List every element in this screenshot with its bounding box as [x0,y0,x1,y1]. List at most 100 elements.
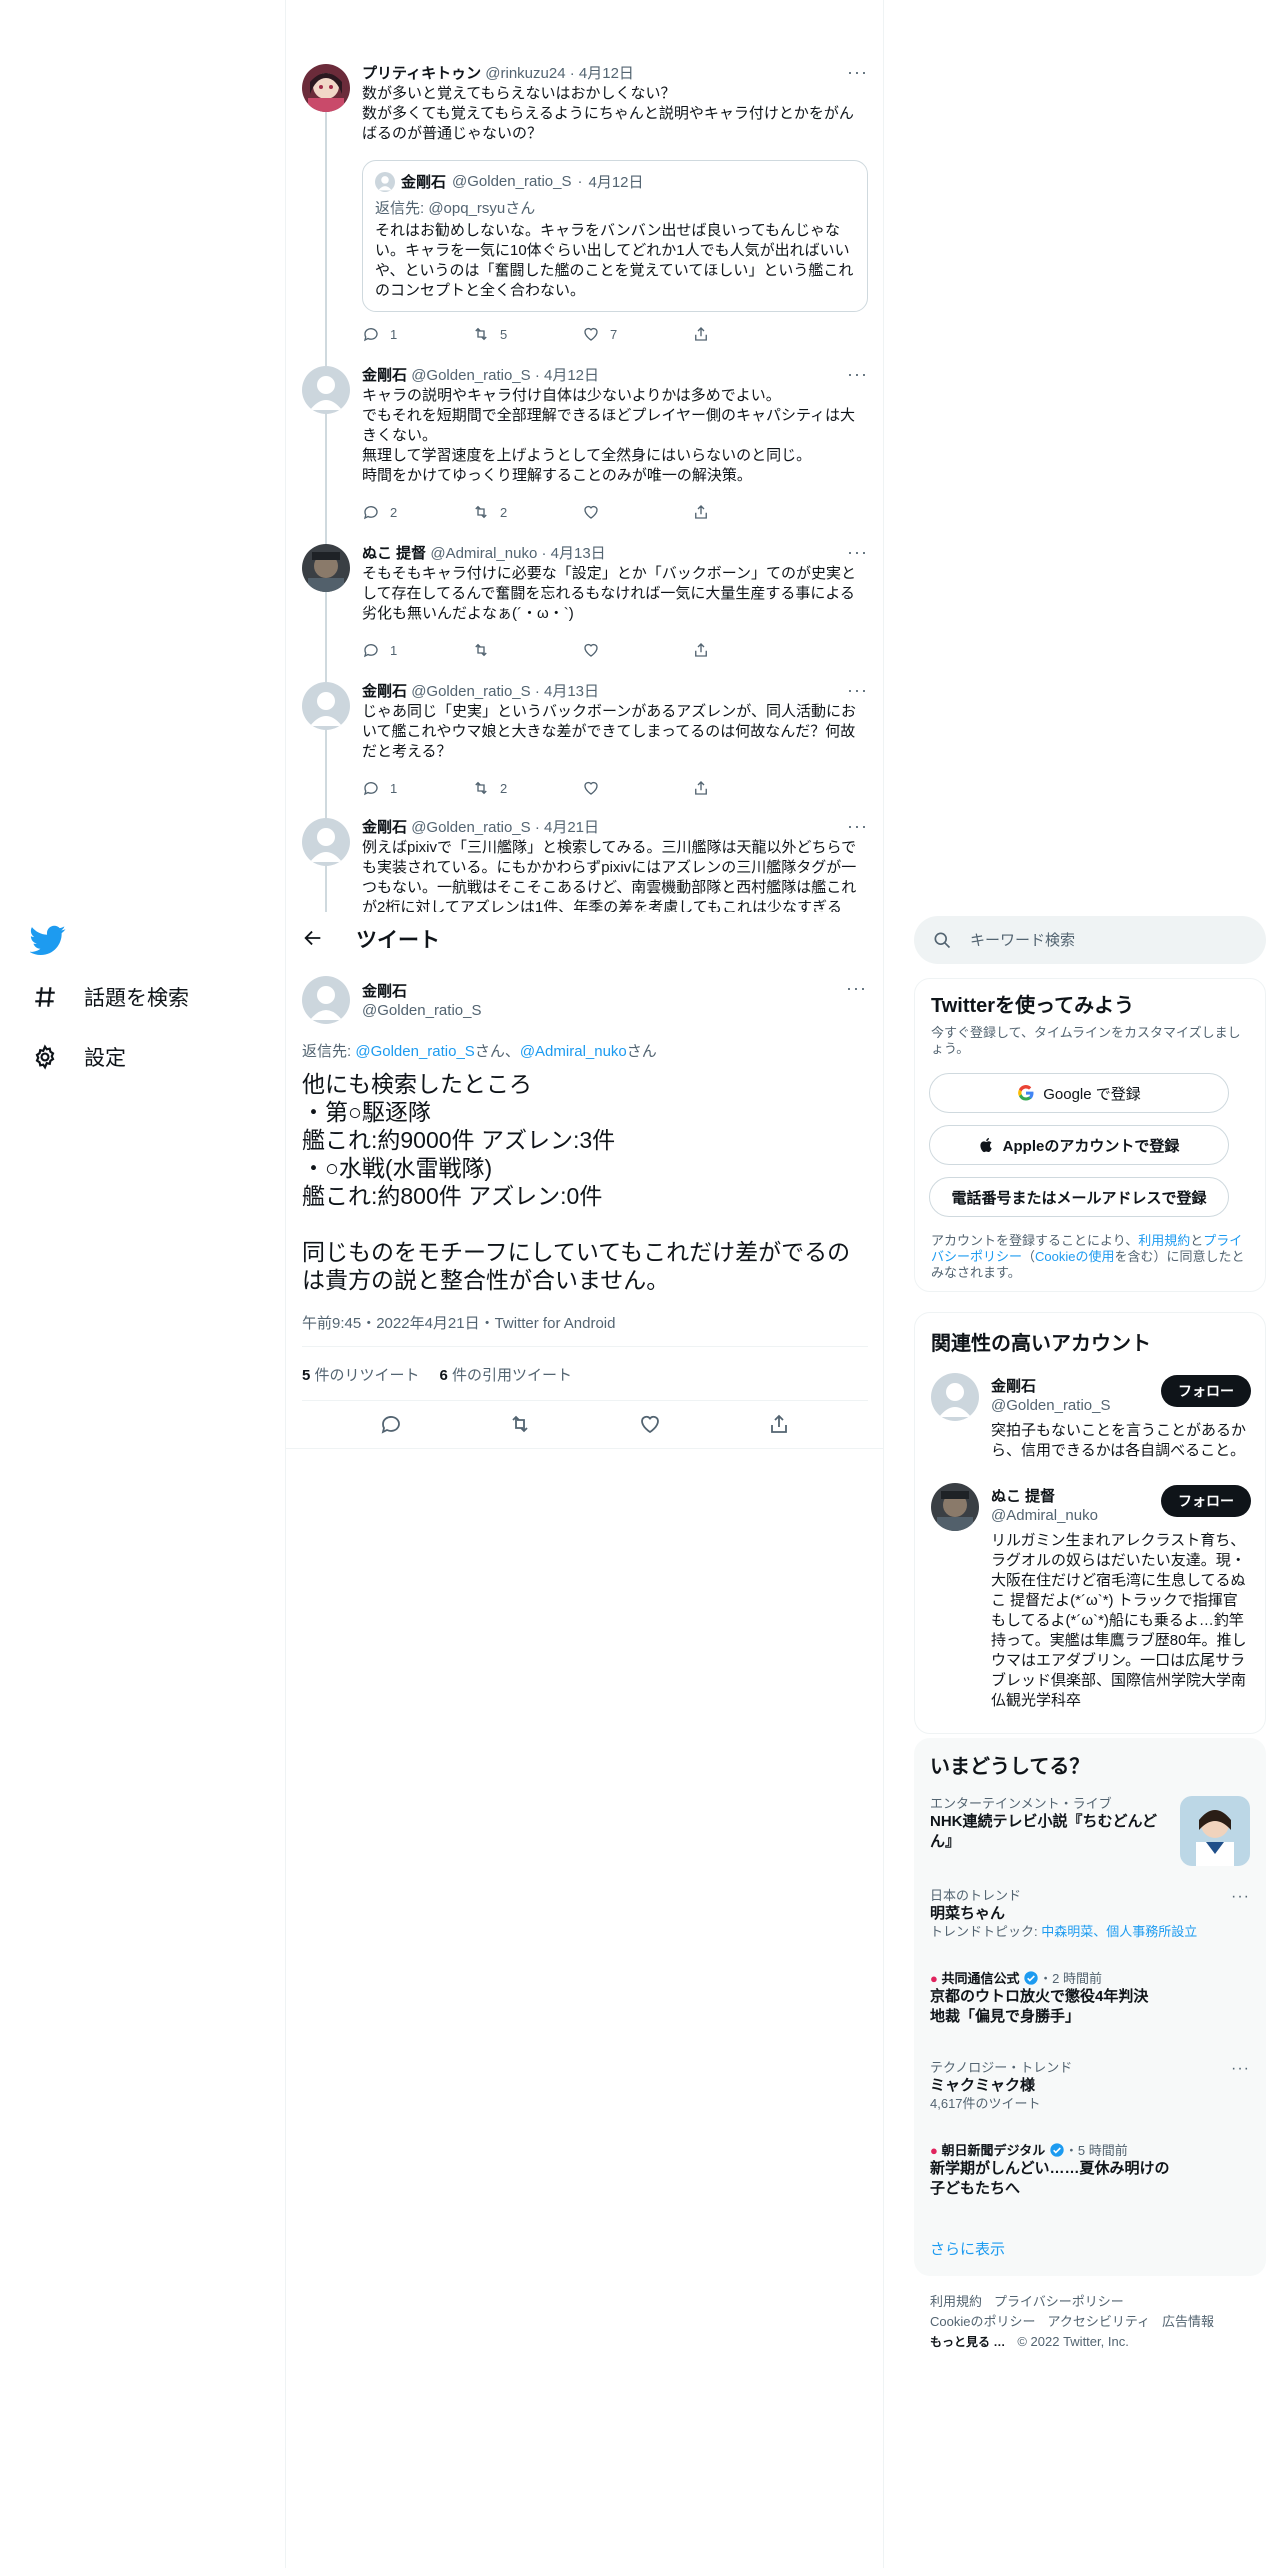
trend-item[interactable]: 日本のトレンド 明菜ちゃん トレンドトピック: 中森明菜、個人事務所設立 ··· [930,1888,1250,1948]
share-icon[interactable] [767,1412,791,1436]
follow-button[interactable]: フォロー [1161,1485,1251,1517]
retweets-stat[interactable]: 5 件のリツイート [302,1364,420,1385]
user-name[interactable]: 金剛石 [362,819,407,836]
account-suggestion[interactable]: ぬこ 提督 @Admiral_nuko フォロー リルガミン生まれアレクラスト育… [931,1483,1251,1723]
tweet-date[interactable]: 4月13日 [544,683,599,700]
focused-user-name[interactable]: 金剛石 [362,980,407,1001]
reply-to-user-link[interactable]: @Golden_ratio_S [355,1043,474,1060]
reply-button[interactable]: 2 [362,502,472,522]
footer-more-link[interactable]: もっと見る … [930,2335,1005,2349]
news-item[interactable]: ● 朝日新聞デジタル ・5 時間前 新学期がしんどい……夏休み明けの子どもたちへ [930,2142,1250,2206]
search-input[interactable] [970,926,1250,954]
reply-to-user-link[interactable]: @Admiral_nuko [520,1043,627,1060]
user-name[interactable]: プリティキトゥン [362,65,481,82]
retweet-icon [475,781,487,795]
avatar[interactable] [302,818,350,866]
avatar[interactable] [302,976,350,1024]
user-name[interactable]: 金剛石 [362,683,407,700]
quoted-tweet[interactable]: 金剛石 @Golden_ratio_S · 4月12日 返信先: @opq_rsyu… [362,160,868,312]
apple-icon [980,1137,992,1153]
tweet-date[interactable]: 4月21日 [544,819,599,836]
nav-explore[interactable]: 話題を検索 [32,982,189,1012]
trend-item[interactable]: エンターテインメント・ライブ NHK連続テレビ小説『ちむどんどん』 [930,1796,1250,1872]
retweet-button[interactable]: 2 [472,778,582,798]
account-name[interactable]: 金剛石 [991,1375,1036,1396]
account-name[interactable]: ぬこ 提督 [991,1485,1055,1506]
phone-email-signup-button[interactable]: 電話番号またはメールアドレスで登録 [929,1177,1229,1217]
avatar[interactable] [931,1483,979,1531]
more-options-icon[interactable]: ··· [1231,2060,1250,2078]
avatar[interactable] [302,544,350,592]
more-options-icon[interactable]: ··· [847,542,868,563]
avatar[interactable] [302,366,350,414]
more-options-icon[interactable]: ··· [846,978,867,999]
show-more-link[interactable]: さらに表示 [930,2238,1005,2259]
quotes-stat[interactable]: 6 件の引用ツイート [440,1364,573,1385]
user-handle[interactable]: @rinkuzu24 [485,65,565,82]
account-handle[interactable]: @Golden_ratio_S [991,1397,1110,1414]
user-handle[interactable]: @Admiral_nuko [430,545,537,562]
focused-user-handle[interactable]: @Golden_ratio_S [362,1002,481,1019]
news-item[interactable]: ● 共同通信公式 ・2 時間前 京都のウトロ放火で懲役4年判決 地裁「偏見で身勝… [930,1970,1250,2034]
signup-title: Twitterを使ってみよう [931,995,1135,1017]
thread-tweet[interactable]: 金剛石 @Golden_ratio_S · 4月13日 ··· じゃあ同じ「史実… [302,680,868,810]
tweet-date[interactable]: 4月12日 [579,65,634,82]
cookie-link[interactable]: Cookieの使用 [1035,1249,1114,1264]
footer-accessibility-link[interactable]: アクセシビリティ [1047,2314,1150,2329]
like-button[interactable] [582,778,692,798]
share-button[interactable] [692,640,802,660]
user-handle[interactable]: @Golden_ratio_S [411,367,530,384]
footer-ads-link[interactable]: 広告情報 [1162,2314,1214,2329]
share-button[interactable] [692,324,802,344]
avatar[interactable] [302,682,350,730]
thread-tweet[interactable]: プリティキトゥン @rinkuzu24 · 4月12日 ··· 数が多いと覚えて… [302,62,868,354]
tweet-date[interactable]: 4月12日 [544,367,599,384]
share-icon [695,643,707,657]
retweet-button[interactable] [472,640,582,660]
like-button[interactable]: 7 [582,324,692,344]
more-options-icon[interactable]: ··· [847,680,868,701]
nav-settings[interactable]: 設定 [32,1042,126,1072]
more-options-icon[interactable]: ··· [847,816,868,837]
footer-terms-link[interactable]: 利用規約 [930,2294,982,2309]
avatar[interactable] [931,1373,979,1421]
like-button[interactable] [582,640,692,660]
user-handle[interactable]: @Golden_ratio_S [411,683,530,700]
account-handle[interactable]: @Admiral_nuko [991,1507,1098,1524]
footer-privacy-link[interactable]: プライバシーポリシー [994,2294,1124,2309]
trend-topic-link[interactable]: 中森明菜、個人事務所設立 [1041,1924,1197,1939]
like-button[interactable] [582,502,692,522]
tweet-date[interactable]: 4月13日 [551,545,606,562]
heart-icon[interactable] [638,1412,662,1436]
retweet-button[interactable]: 5 [472,324,582,344]
twitter-logo-icon[interactable] [30,922,66,958]
reply-button[interactable]: 1 [362,778,472,798]
back-arrow-icon[interactable] [302,927,324,949]
search-box[interactable] [914,916,1266,964]
reply-button[interactable]: 1 [362,640,472,660]
share-button[interactable] [692,502,802,522]
retweet-icon[interactable] [508,1412,532,1436]
reply-icon[interactable] [379,1412,403,1436]
more-options-icon[interactable]: ··· [847,364,868,385]
share-button[interactable] [692,778,802,798]
user-name[interactable]: 金剛石 [362,367,407,384]
follow-button[interactable]: フォロー [1161,1375,1251,1407]
footer-cookie-link[interactable]: Cookieのポリシー [930,2314,1035,2329]
reply-button[interactable]: 1 [362,324,472,344]
user-handle[interactable]: @Golden_ratio_S [411,819,530,836]
thread-tweet[interactable]: 金剛石 @Golden_ratio_S · 4月21日 ··· 例えばpixiv… [302,816,868,912]
thread-tweet[interactable]: 金剛石 @Golden_ratio_S · 4月12日 ··· キャラの説明やキ… [302,364,868,534]
thread-tweet[interactable]: ぬこ 提督 @Admiral_nuko · 4月13日 ··· そもそもキャラ付… [302,542,868,672]
account-suggestion[interactable]: 金剛石 @Golden_ratio_S フォロー 突拍子もないことを言うことがあ… [931,1373,1251,1473]
google-signup-button[interactable]: Google で登録 [929,1073,1229,1113]
retweet-button[interactable]: 2 [472,502,582,522]
terms-link[interactable]: 利用規約 [1138,1233,1190,1248]
more-options-icon[interactable]: ··· [847,62,868,83]
trend-item[interactable]: テクノロジー・トレンド ミャクミャク様 4,617件のツイート ··· [930,2060,1250,2120]
avatar[interactable] [302,64,350,112]
user-name[interactable]: ぬこ 提督 [362,545,426,562]
more-options-icon[interactable]: ··· [1231,1888,1250,1906]
apple-signup-button[interactable]: Appleのアカウントで登録 [929,1125,1229,1165]
tweet-timestamp[interactable]: 午前9:45・2022年4月21日・Twitter for Android [302,1312,615,1333]
